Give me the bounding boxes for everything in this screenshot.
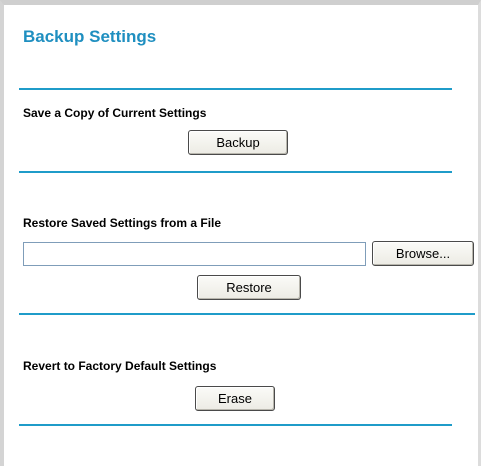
restore-button[interactable]: Restore	[197, 275, 301, 300]
backup-section-heading: Save a Copy of Current Settings	[23, 106, 207, 120]
browse-button[interactable]: Browse...	[372, 241, 474, 266]
restore-file-path-input[interactable]	[23, 242, 366, 266]
page-title: Backup Settings	[23, 27, 157, 46]
divider-restore	[19, 313, 475, 315]
erase-section-heading: Revert to Factory Default Settings	[23, 359, 217, 373]
erase-button[interactable]: Erase	[195, 386, 275, 411]
restore-section-heading: Restore Saved Settings from a File	[23, 216, 222, 230]
divider-backup	[19, 171, 452, 173]
divider-bottom	[19, 424, 452, 426]
backup-settings-panel: Backup Settings Save a Copy of Current S…	[0, 0, 481, 466]
backup-button[interactable]: Backup	[188, 130, 288, 155]
divider-top	[19, 88, 452, 90]
